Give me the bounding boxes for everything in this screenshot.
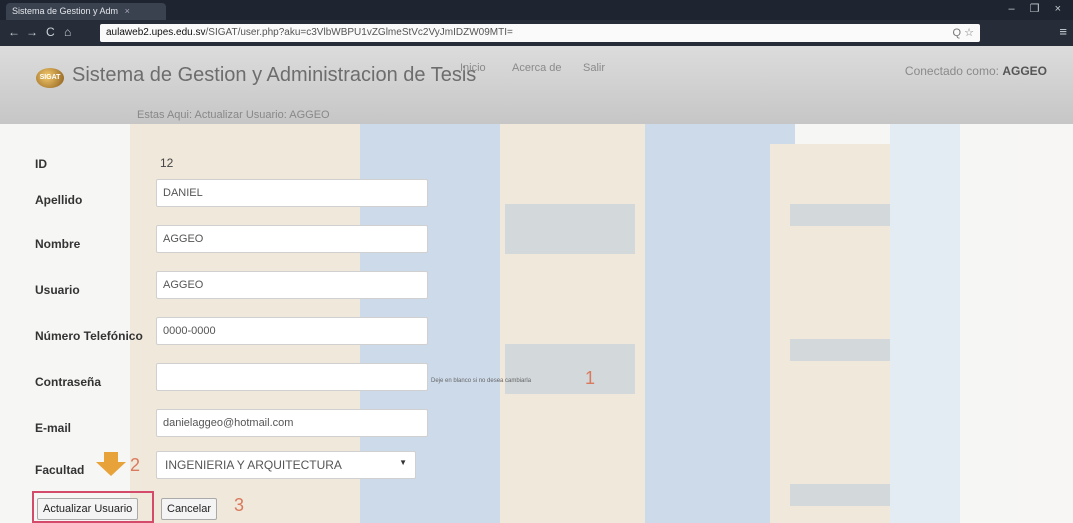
annotation-number-3: 3 (234, 495, 245, 515)
connected-user: AGGEO (1002, 64, 1047, 78)
address-bar[interactable]: aulaweb2.upes.edu.sv/SIGAT/user.php?aku=… (100, 24, 980, 42)
chevron-down-icon: ▼ (399, 458, 407, 467)
id-value: 12 (160, 156, 174, 170)
nombre-field[interactable] (156, 225, 428, 253)
bookmark-star-icon[interactable]: Q ☆ (953, 26, 974, 39)
facultad-label: Facultad (35, 463, 85, 477)
usuario-field[interactable] (156, 271, 428, 299)
id-label: ID (35, 157, 47, 171)
nombre-label: Nombre (35, 237, 81, 251)
usuario-label: Usuario (35, 283, 80, 297)
browser-tab[interactable]: Sistema de Gestion y Adm × (6, 3, 166, 20)
facultad-selected-value: INGENIERIA Y ARQUITECTURA (165, 458, 342, 472)
arrow-down-icon (104, 452, 118, 462)
home-icon[interactable]: ⌂ (64, 25, 71, 39)
browser-titlebar: Sistema de Gestion y Adm × – ❐ × (0, 0, 1073, 20)
password-hint: Deje en blanco si no desea cambiarla (431, 378, 532, 384)
forward-icon[interactable]: → (26, 25, 38, 39)
update-user-button[interactable]: Actualizar Usuario (37, 498, 139, 520)
browser-menu-icon[interactable]: ≡ (1059, 24, 1067, 39)
password-label: Contraseña (35, 375, 102, 389)
tab-title: Sistema de Gestion y Adm (12, 6, 119, 16)
telefono-label: Número Telefónico (35, 329, 143, 343)
apellido-field[interactable] (156, 179, 428, 207)
email-field[interactable] (156, 409, 428, 437)
telefono-field[interactable] (156, 317, 428, 345)
arrow-down-icon-head (96, 462, 126, 476)
url-host: aulaweb2.upes.edu.sv (106, 27, 206, 38)
app-title: Sistema de Gestion y Administracion de T… (72, 64, 477, 86)
back-icon[interactable]: ← (8, 25, 20, 39)
nav-inicio-link[interactable]: Inicio (460, 62, 486, 74)
url-path: /SIGAT/user.php?aku=c3VlbWBPU1vZGlmeStVc… (205, 27, 513, 38)
nav-salir-link[interactable]: Salir (583, 62, 605, 74)
tab-close-icon[interactable]: × (125, 6, 130, 16)
email-label: E-mail (35, 421, 72, 435)
breadcrumb: Estas Aqui: Actualizar Usuario: AGGEO (137, 109, 330, 121)
password-field[interactable] (156, 363, 428, 391)
nav-acerca-link[interactable]: Acerca de (512, 62, 562, 74)
annotation-number-2: 2 (130, 455, 141, 475)
app-header: SIGAT Sistema de Gestion y Administracio… (0, 46, 1073, 124)
browser-navbar: ← → C ⌂ aulaweb2.upes.edu.sv/SIGAT/user.… (0, 20, 1073, 46)
sigat-logo: SIGAT (36, 68, 64, 88)
reload-icon[interactable]: C (46, 25, 55, 39)
connected-label: Conectado como: (904, 64, 999, 78)
facultad-select[interactable]: INGENIERIA Y ARQUITECTURA ▼ (156, 451, 416, 479)
cancel-button[interactable]: Cancelar (161, 498, 218, 520)
apellido-label: Apellido (35, 193, 83, 207)
annotation-number-1: 1 (585, 368, 596, 388)
window-controls[interactable]: – ❐ × (1008, 2, 1067, 15)
connected-status: Conectado como: AGGEO (905, 64, 1047, 78)
